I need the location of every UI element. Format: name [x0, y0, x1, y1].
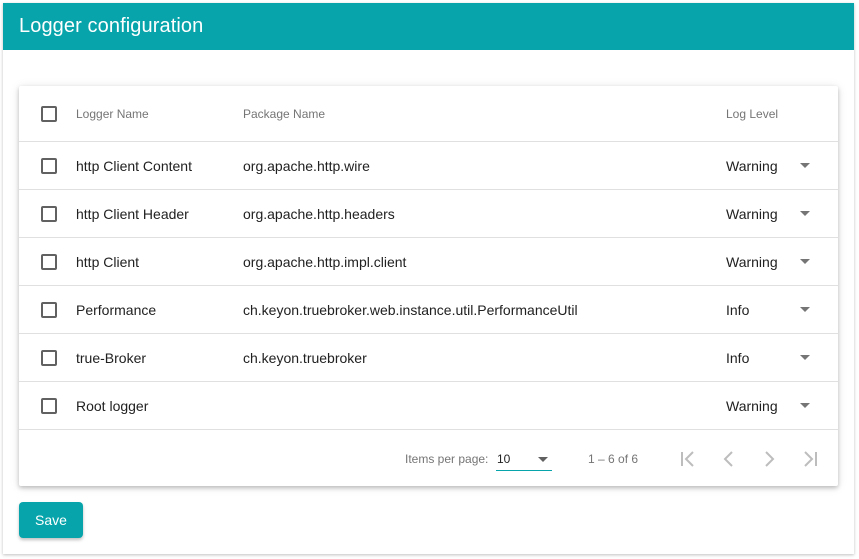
logger-name-cell: Root logger	[76, 397, 149, 414]
table-row: Root logger Warning	[19, 382, 838, 430]
arrow-drop-down-icon	[800, 307, 810, 312]
table-row: http Client Content org.apache.http.wire W…	[19, 142, 838, 190]
page-title: Logger configuration	[19, 15, 204, 37]
last-page-icon	[804, 451, 817, 467]
row-checkbox[interactable]	[41, 190, 57, 237]
first-page-icon	[681, 451, 694, 467]
save-button[interactable]: Save	[19, 502, 83, 538]
package-name-cell: org.apache.http.impl.client	[243, 253, 407, 270]
logger-table-card: Logger Name Package Name Log Level http …	[19, 86, 838, 486]
log-level-select[interactable]: Info	[726, 334, 749, 381]
last-page-button[interactable]	[798, 448, 820, 470]
chevron-right-icon	[765, 451, 775, 467]
table-row: true-Broker ch.keyon.truebroker Info	[19, 334, 838, 382]
column-header-log-level: Log Level	[726, 106, 779, 121]
logger-name-cell: true-Broker	[76, 349, 147, 366]
select-all-checkbox[interactable]	[41, 86, 57, 141]
log-level-dropdown-toggle[interactable]	[800, 190, 810, 237]
log-level-dropdown-toggle[interactable]	[800, 142, 810, 189]
log-level-select[interactable]: Warning	[726, 190, 778, 237]
package-name-cell: org.apache.http.wire	[243, 157, 370, 174]
logger-name-cell: http Client Content	[76, 157, 192, 174]
arrow-drop-down-icon	[800, 163, 810, 168]
log-level-select[interactable]: Warning	[726, 382, 778, 429]
row-checkbox[interactable]	[41, 334, 57, 381]
log-level-dropdown-toggle[interactable]	[800, 382, 810, 429]
page-size-select[interactable]: 10	[496, 445, 552, 471]
table-row: http Client org.apache.http.impl.client Wa…	[19, 238, 838, 286]
table-header-row: Logger Name Package Name Log Level	[19, 86, 838, 142]
checkbox-icon	[41, 253, 57, 270]
log-level-select[interactable]: Warning	[726, 238, 778, 285]
package-name-cell: ch.keyon.truebroker	[243, 349, 367, 366]
row-checkbox[interactable]	[41, 238, 57, 285]
range-label: 1 – 6 of 6	[588, 451, 639, 466]
logger-name-cell: http Client	[76, 253, 140, 270]
log-level-dropdown-toggle[interactable]	[800, 334, 810, 381]
arrow-drop-down-icon	[800, 211, 810, 216]
logger-name-cell: Performance	[76, 301, 157, 318]
previous-page-button[interactable]	[718, 448, 740, 470]
table-row: http Client Header org.apache.http.header…	[19, 190, 838, 238]
arrow-drop-down-icon	[800, 259, 810, 264]
next-page-button[interactable]	[758, 448, 780, 470]
arrow-drop-down-icon	[800, 403, 810, 408]
column-header-logger-name: Logger Name	[76, 106, 149, 121]
items-per-page-label: Items per page:	[405, 451, 489, 466]
package-name-cell: org.apache.http.headers	[243, 205, 395, 222]
column-header-package-name: Package Name	[243, 106, 326, 121]
log-level-dropdown-toggle[interactable]	[800, 238, 810, 285]
log-level-select[interactable]: Warning	[726, 142, 778, 189]
chevron-left-icon	[723, 451, 733, 467]
paginator: Items per page: 10 1 – 6 of 6	[19, 431, 838, 486]
page-size-value: 10	[497, 452, 511, 466]
row-checkbox[interactable]	[41, 382, 57, 429]
package-name-cell: ch.keyon.truebroker.web.instance.util.Pe…	[243, 301, 578, 318]
checkbox-icon	[41, 105, 57, 122]
page-frame: Logger configuration Logger Name Package…	[3, 3, 854, 554]
arrow-drop-down-icon	[538, 457, 548, 462]
toolbar: Logger configuration	[3, 3, 854, 50]
row-checkbox[interactable]	[41, 142, 57, 189]
row-checkbox[interactable]	[41, 286, 57, 333]
logger-name-cell: http Client Header	[76, 205, 189, 222]
first-page-button[interactable]	[678, 448, 700, 470]
checkbox-icon	[41, 349, 57, 366]
log-level-dropdown-toggle[interactable]	[800, 286, 810, 333]
log-level-select[interactable]: Info	[726, 286, 749, 333]
arrow-drop-down-icon	[800, 355, 810, 360]
checkbox-icon	[41, 397, 57, 414]
checkbox-icon	[41, 301, 57, 318]
table-row: Performance ch.keyon.truebroker.web.insta…	[19, 286, 838, 334]
checkbox-icon	[41, 205, 57, 222]
checkbox-icon	[41, 157, 57, 174]
